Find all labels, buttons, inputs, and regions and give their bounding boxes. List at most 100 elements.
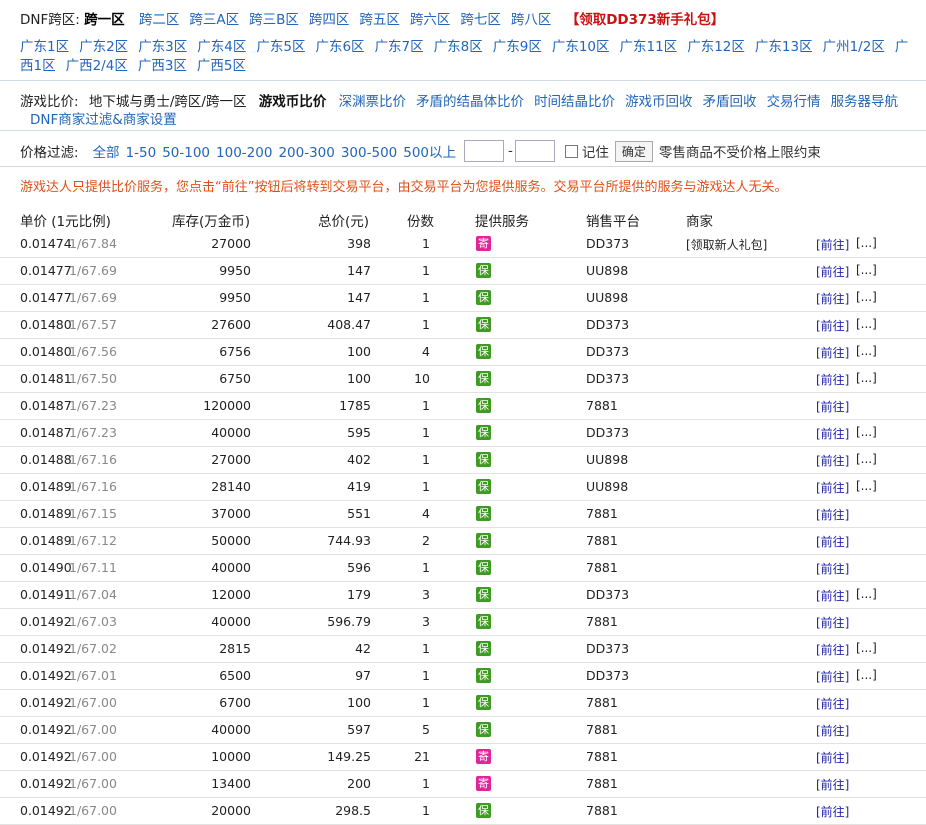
go-link[interactable]: [前往] — [816, 479, 849, 496]
server-link[interactable]: 广东4区 — [197, 39, 246, 55]
go-link[interactable]: [前往] — [816, 506, 849, 523]
more-link[interactable]: [...] — [856, 452, 877, 466]
go-link[interactable]: [前往] — [816, 695, 849, 712]
server-link[interactable]: 广东3区 — [138, 39, 187, 55]
go-link[interactable]: [前往] — [816, 641, 849, 658]
server-link[interactable]: 广东1区 — [20, 39, 69, 55]
table-row: 0.01492 1/67.02 2815 42 1 保 DD373 [前往] [...] — [0, 635, 926, 663]
go-link[interactable]: [前往] — [816, 560, 849, 577]
ratio: 1/67.11 — [69, 560, 117, 575]
more-link[interactable]: [...] — [856, 587, 877, 601]
server-link[interactable]: 广西5区 — [197, 58, 246, 74]
server-link[interactable]: 广东8区 — [434, 39, 483, 55]
go-link[interactable]: [前往] — [816, 371, 849, 388]
compare-tab-link[interactable]: 服务器导航 — [831, 94, 899, 110]
stock: 40000 — [211, 722, 251, 737]
server-link[interactable]: 广东2区 — [79, 39, 128, 55]
server-link[interactable]: 广东6区 — [315, 39, 364, 55]
table-row: 0.01477 1/67.69 9950 147 1 保 UU898 [前往] [...] — [0, 284, 926, 312]
price-range-option[interactable]: 200-300 — [278, 145, 334, 161]
min-price-input[interactable] — [464, 140, 505, 162]
go-link[interactable]: [前往] — [816, 452, 849, 469]
more-link[interactable]: [...] — [856, 371, 877, 385]
go-link[interactable]: [前往] — [816, 236, 849, 253]
promo-gift-link[interactable]: 【领取DD373新手礼包】 — [566, 12, 725, 28]
server-link[interactable]: 广东5区 — [256, 39, 305, 55]
go-link[interactable]: [前往] — [816, 776, 849, 793]
guarantee-badge: 保 — [476, 668, 491, 683]
compare-tab-link[interactable]: 时间结晶比价 — [534, 94, 615, 110]
compare-tab-link[interactable]: 矛盾回收 — [703, 94, 757, 110]
unit-price: 0.01489 — [20, 506, 72, 521]
cross-region-link[interactable]: 跨三B区 — [249, 12, 299, 28]
cross-region-link[interactable]: 跨五区 — [359, 12, 400, 28]
confirm-button[interactable]: 确定 — [614, 140, 653, 162]
more-link[interactable]: [...] — [856, 479, 877, 493]
server-link[interactable]: 广东7区 — [375, 39, 424, 55]
stock: 40000 — [211, 614, 251, 629]
compare-tab-link[interactable]: 深渊票比价 — [339, 94, 407, 110]
cross-region-link[interactable]: 跨三A区 — [189, 12, 239, 28]
more-link[interactable]: [...] — [856, 668, 877, 682]
go-link[interactable]: [前往] — [816, 425, 849, 442]
table-row: 0.01474 1/67.84 27000 398 1 寄 DD373 [领取新人礼包] [前往… — [0, 230, 926, 258]
ratio: 1/67.00 — [69, 776, 117, 791]
price-range-option[interactable]: 100-200 — [216, 145, 272, 161]
server-link[interactable]: 广东10区 — [552, 39, 610, 55]
go-link[interactable]: [前往] — [816, 587, 849, 604]
go-link[interactable]: [前往] — [816, 803, 849, 820]
server-link[interactable]: 广西2/4区 — [66, 58, 128, 74]
go-link[interactable]: [前往] — [816, 263, 849, 280]
guarantee-badge: 保 — [476, 263, 491, 278]
more-link[interactable]: [...] — [856, 425, 877, 439]
go-link[interactable]: [前往] — [816, 317, 849, 334]
game-compare-nav: 游戏比价: 地下城与勇士/跨区/跨一区 游戏币比价 深渊票比价 矛盾的结晶体比价时… — [20, 90, 908, 110]
more-link[interactable]: [...] — [856, 317, 877, 331]
go-link[interactable]: [前往] — [816, 290, 849, 307]
server-link[interactable]: 广东9区 — [493, 39, 542, 55]
more-link[interactable]: [...] — [856, 263, 877, 277]
price-range-option[interactable]: 1-50 — [126, 145, 157, 161]
price-range-option[interactable]: 全部 — [93, 145, 120, 161]
cross-region-link[interactable]: 跨四区 — [309, 12, 350, 28]
more-link[interactable]: [...] — [856, 236, 877, 250]
go-link[interactable]: [前往] — [816, 668, 849, 685]
server-link[interactable]: 广东13区 — [755, 39, 813, 55]
stock: 6500 — [219, 668, 251, 683]
cross-region-link[interactable]: 跨六区 — [410, 12, 451, 28]
quantity: 1 — [422, 560, 430, 575]
server-link[interactable]: 广东12区 — [687, 39, 745, 55]
guarantee-badge: 保 — [476, 344, 491, 359]
go-link[interactable]: [前往] — [816, 722, 849, 739]
cross-region-link[interactable]: 跨七区 — [460, 12, 501, 28]
compare-tab-link[interactable]: 游戏币回收 — [625, 94, 693, 110]
ratio: 1/67.02 — [69, 641, 117, 656]
quantity: 1 — [422, 479, 430, 494]
more-link[interactable]: [...] — [856, 641, 877, 655]
price-range-option[interactable]: 300-500 — [341, 145, 397, 161]
max-price-input[interactable] — [514, 140, 555, 162]
go-link[interactable]: [前往] — [816, 614, 849, 631]
server-link[interactable]: 广西3区 — [138, 58, 187, 74]
more-link[interactable]: [...] — [856, 290, 877, 304]
server-link[interactable]: 广州1/2区 — [823, 39, 885, 55]
total-price: 147 — [347, 263, 371, 278]
remember-checkbox[interactable] — [564, 144, 578, 158]
compare-tab-link[interactable]: 矛盾的结晶体比价 — [416, 94, 524, 110]
go-link[interactable]: [前往] — [816, 344, 849, 361]
cross-region-link[interactable]: 跨二区 — [139, 12, 180, 28]
quantity: 21 — [414, 749, 430, 764]
platform: UU898 — [586, 263, 629, 278]
go-link[interactable]: [前往] — [816, 533, 849, 550]
consign-badge: 寄 — [476, 776, 491, 791]
compare-tab-link[interactable]: 交易行情 — [767, 94, 821, 110]
merchant-settings-link[interactable]: DNF商家过滤&商家设置 — [30, 112, 177, 128]
server-link[interactable]: 广东11区 — [620, 39, 678, 55]
more-link[interactable]: [...] — [856, 344, 877, 358]
unit-price: 0.01492 — [20, 641, 72, 656]
go-link[interactable]: [前往] — [816, 398, 849, 415]
go-link[interactable]: [前往] — [816, 749, 849, 766]
price-range-option[interactable]: 500以上 — [403, 145, 456, 161]
price-range-option[interactable]: 50-100 — [162, 145, 210, 161]
cross-region-link[interactable]: 跨八区 — [511, 12, 552, 28]
